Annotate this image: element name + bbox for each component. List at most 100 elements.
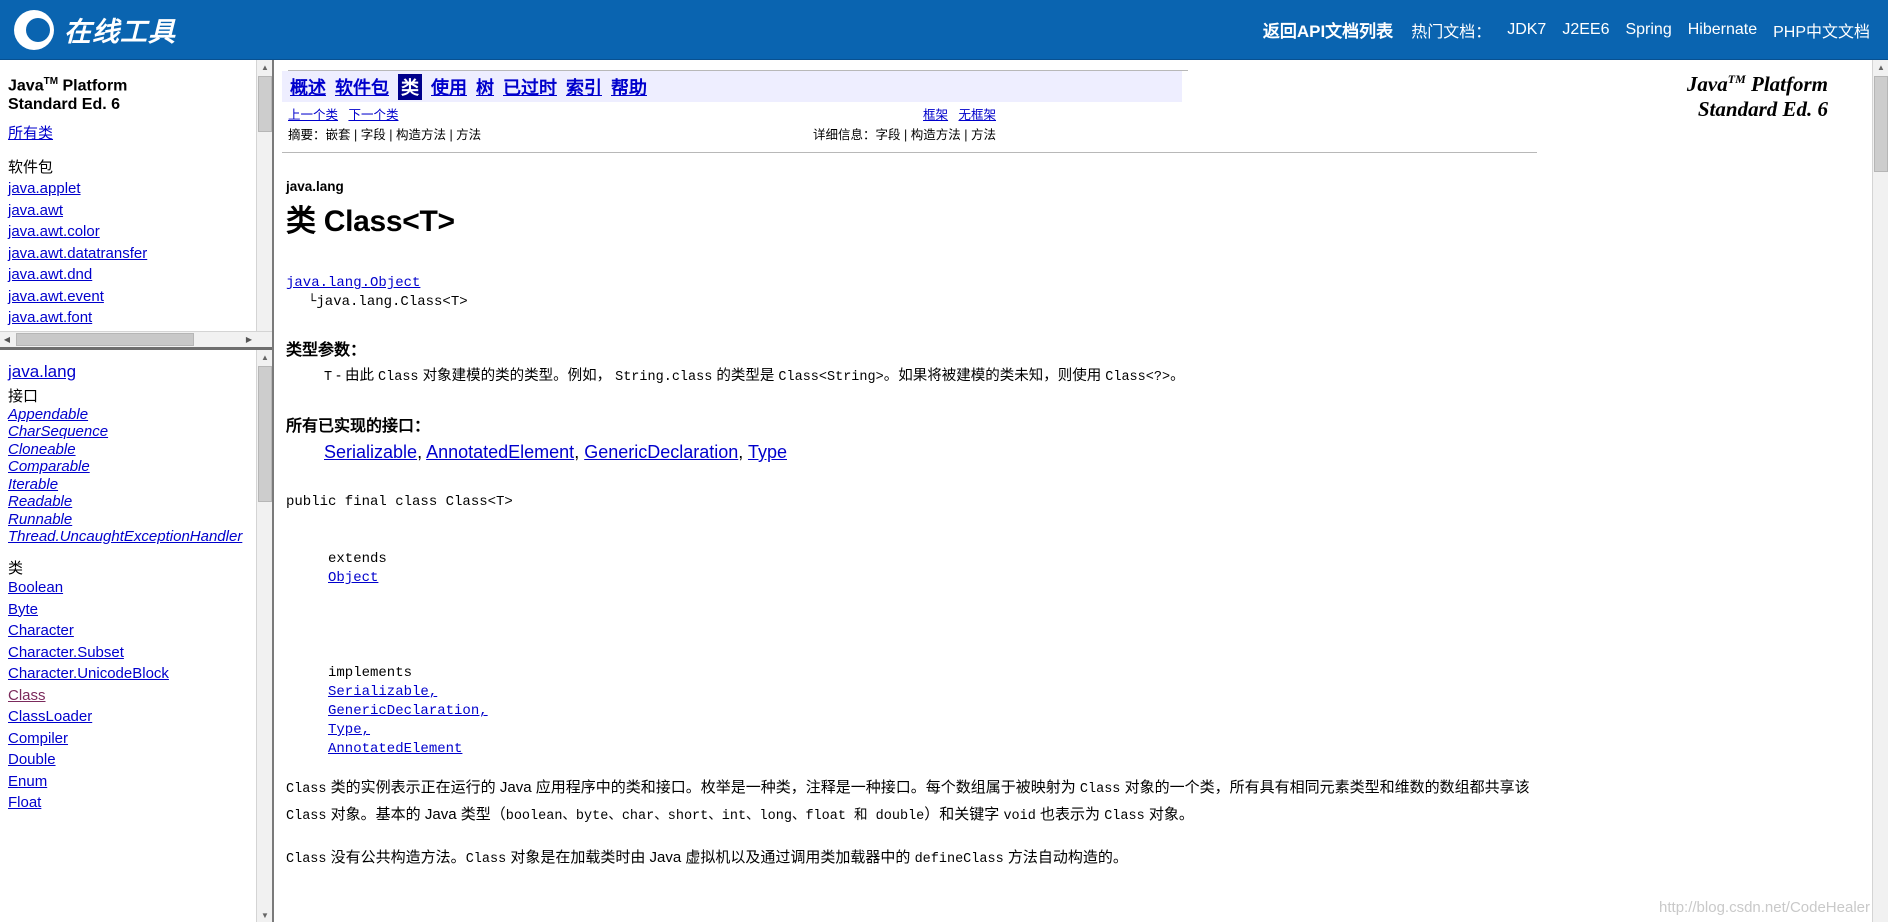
declaration-signature: public final class Class<T> — [286, 494, 513, 510]
hot-doc-hibernate[interactable]: Hibernate — [1688, 21, 1757, 39]
back-to-api-list-link[interactable]: 返回API文档列表 — [1263, 17, 1393, 42]
declaration-implements-annotatedelement-link[interactable]: AnnotatedElement — [328, 741, 462, 757]
inheritance-root-link[interactable]: java.lang.Object — [286, 275, 420, 291]
package-link-java-awt-dnd[interactable]: java.awt.dnd — [8, 264, 264, 286]
classes-section-label: 类 — [8, 559, 24, 577]
package-link-java-awt-event[interactable]: java.awt.event — [8, 286, 264, 308]
nav-tab-class[interactable]: 类 — [398, 74, 422, 100]
class-link-character-subset[interactable]: Character.Subset — [8, 642, 264, 664]
declaration-extends-type-link[interactable]: Object — [328, 570, 378, 586]
interface-link-runnable[interactable]: Runnable — [8, 511, 264, 529]
hot-doc-jdk7[interactable]: JDK7 — [1507, 21, 1546, 39]
tp-code-4: Class<?> — [1105, 370, 1171, 385]
interface-link-thread-uncaughtexceptionhandler[interactable]: Thread.UncaughtExceptionHandler — [8, 528, 264, 546]
impl-interface-type[interactable]: Type — [748, 442, 787, 462]
p1-text-3: 对象。基本的 Java 类型（ — [326, 806, 506, 823]
subnav-prev-next-frames: 上一个类 下一个类 框架 无框架 — [282, 102, 1182, 123]
class-link-compiler[interactable]: Compiler — [8, 728, 264, 750]
summary-nested: 嵌套 — [325, 128, 351, 142]
hot-doc-spring[interactable]: Spring — [1625, 21, 1671, 39]
inheritance-child-label: java.lang.Class<T> — [316, 294, 468, 310]
package-link-java-applet[interactable]: java.applet — [8, 178, 264, 200]
scroll-right-arrow-icon[interactable]: ▶ — [242, 332, 256, 347]
interface-link-charsequence[interactable]: CharSequence — [8, 423, 264, 441]
nav-tab-overview[interactable]: 概述 — [290, 74, 326, 100]
class-link-byte[interactable]: Byte — [8, 599, 264, 621]
platform-title-platform: Platform — [58, 77, 128, 95]
package-link-java-awt-datatransfer[interactable]: java.awt.datatransfer — [8, 243, 264, 265]
scroll-left-arrow-icon[interactable]: ◀ — [0, 332, 14, 347]
class-link-enum[interactable]: Enum — [8, 771, 264, 793]
declaration-implements-serializable-link[interactable]: Serializable, — [328, 684, 437, 700]
all-classes-link[interactable]: 所有类 — [8, 122, 53, 143]
interface-link-cloneable[interactable]: Cloneable — [8, 441, 264, 459]
tp-seg1: - 由此 — [332, 368, 379, 384]
class-link-classloader[interactable]: ClassLoader — [8, 706, 264, 728]
scrollbar-thumb[interactable] — [258, 366, 272, 502]
impl-interface-annotatedelement[interactable]: AnnotatedElement — [426, 442, 574, 462]
class-frame-vertical-scrollbar[interactable]: ▲ ▼ — [256, 350, 272, 922]
interface-link-readable[interactable]: Readable — [8, 493, 264, 511]
p2-text-3: 方法自动构造的。 — [1003, 849, 1128, 866]
hscrollbar-thumb[interactable] — [16, 333, 194, 346]
prev-class-link[interactable]: 上一个类 — [288, 108, 338, 122]
scroll-up-arrow-icon[interactable]: ▲ — [1874, 60, 1888, 74]
implemented-interfaces-list: Serializable, AnnotatedElement, GenericD… — [324, 442, 1862, 463]
package-link-java-awt-font[interactable]: java.awt.font — [8, 307, 264, 329]
summary-method-link[interactable]: 方法 — [456, 128, 481, 142]
class-list-frame: java.lang 接口 Appendable CharSequence Clo… — [0, 350, 272, 922]
summary-field: 字段 — [360, 128, 386, 142]
class-link-class[interactable]: Class — [8, 685, 264, 707]
package-frame-vertical-scrollbar[interactable]: ▲ ▼ — [256, 60, 272, 347]
class-frame-package-link[interactable]: java.lang — [8, 362, 76, 382]
summary-label: 摘要： — [288, 128, 326, 142]
next-class-link[interactable]: 下一个类 — [348, 108, 398, 122]
nav-tab-deprecated[interactable]: 已过时 — [503, 74, 557, 100]
p1-text-4: ）和关键字 — [924, 806, 1004, 823]
nav-tab-use[interactable]: 使用 — [431, 74, 467, 100]
scroll-up-arrow-icon[interactable]: ▲ — [258, 60, 272, 74]
scrollbar-thumb[interactable] — [1874, 76, 1888, 172]
package-list-frame: JavaTM Platform Standard Ed. 6 所有类 软件包 j… — [0, 60, 272, 350]
class-link-character[interactable]: Character — [8, 620, 264, 642]
logo-text: 在线工具 — [64, 17, 176, 47]
impl-interface-genericdeclaration[interactable]: GenericDeclaration — [584, 442, 738, 462]
nav-tab-index[interactable]: 索引 — [566, 74, 602, 100]
interface-link-iterable[interactable]: Iterable — [8, 476, 264, 494]
hot-doc-php[interactable]: PHP中文文档 — [1773, 18, 1870, 42]
scrollbar-thumb[interactable] — [258, 76, 272, 132]
class-link-float[interactable]: Float — [8, 792, 264, 814]
nav-tab-tree[interactable]: 树 — [476, 74, 494, 100]
hot-doc-j2ee6[interactable]: J2EE6 — [1562, 21, 1609, 39]
nav-tab-help[interactable]: 帮助 — [611, 74, 647, 100]
noframes-link[interactable]: 无框架 — [958, 108, 996, 122]
package-link-java-awt[interactable]: java.awt — [8, 200, 264, 222]
declaration-implements-type-link[interactable]: Type, — [328, 722, 370, 738]
class-link-boolean[interactable]: Boolean — [8, 577, 264, 599]
inheritance-child: └java.lang.Class<T> — [308, 293, 1862, 312]
impl-interface-serializable[interactable]: Serializable — [324, 442, 417, 462]
p1-code-3: Class — [286, 809, 327, 824]
scroll-down-arrow-icon[interactable]: ▼ — [258, 908, 272, 922]
class-link-double[interactable]: Double — [8, 749, 264, 771]
interface-link-comparable[interactable]: Comparable — [8, 458, 264, 476]
scroll-up-arrow-icon[interactable]: ▲ — [258, 350, 272, 364]
main-frame-vertical-scrollbar[interactable]: ▲ — [1872, 60, 1888, 922]
tp-text-3: 的类型是 — [712, 368, 779, 384]
nav-tab-packages[interactable]: 软件包 — [335, 74, 389, 100]
detail-method-link[interactable]: 方法 — [971, 128, 996, 142]
brand-logo[interactable]: 在线工具 — [14, 9, 176, 50]
declaration-implements-genericdeclaration-link[interactable]: GenericDeclaration, — [328, 703, 488, 719]
package-link-java-awt-color[interactable]: java.awt.color — [8, 221, 264, 243]
trademark-superscript: TM — [43, 76, 59, 87]
class-link-character-unicodeblock[interactable]: Character.UnicodeBlock — [8, 663, 264, 685]
p1-text-6: 对象。 — [1144, 806, 1194, 823]
tp-text-2: 对象建模的类的类型。例如， — [418, 368, 616, 384]
frames-link[interactable]: 框架 — [923, 108, 948, 122]
platform-title: JavaTM Platform Standard Ed. 6 — [8, 72, 264, 114]
page-body: JavaTM Platform Standard Ed. 6 所有类 软件包 j… — [0, 60, 1888, 922]
interface-link-appendable[interactable]: Appendable — [8, 406, 264, 424]
package-frame-horizontal-scrollbar[interactable]: ◀ ▶ — [0, 331, 272, 347]
